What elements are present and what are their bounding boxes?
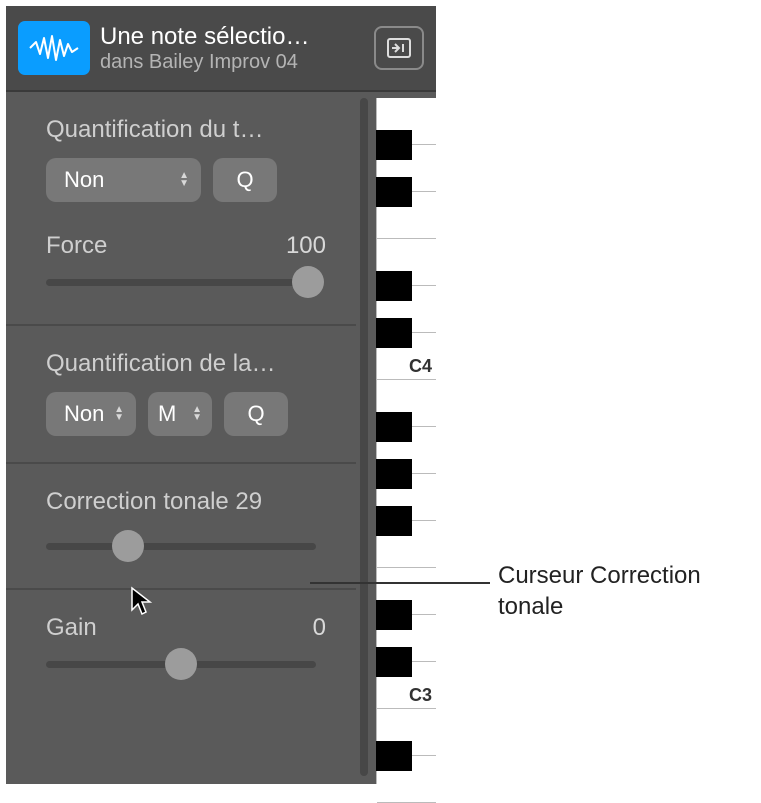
scale-type-dropdown[interactable]: M ▲▼: [148, 392, 212, 436]
slider-thumb[interactable]: [165, 648, 197, 680]
piano-black-key[interactable]: [376, 647, 412, 677]
gain-row: Gain 0: [46, 614, 326, 642]
key-label: C4: [409, 356, 432, 377]
time-quantize-dropdown[interactable]: Non ▲▼: [46, 158, 201, 202]
section-title: Quantification de la…: [46, 350, 326, 378]
piano-black-key[interactable]: [376, 459, 412, 489]
updown-caret-icon: ▲▼: [192, 406, 202, 422]
catch-playhead-button[interactable]: [374, 26, 424, 70]
slider-track: [46, 279, 316, 286]
section-title: Correction tonale 29: [46, 488, 326, 516]
key-label: C3: [409, 685, 432, 706]
piano-black-key[interactable]: [376, 741, 412, 771]
piano-black-key[interactable]: [376, 271, 412, 301]
gain-section: Gain 0: [6, 590, 356, 706]
force-slider[interactable]: [46, 266, 316, 298]
piano-black-key[interactable]: [376, 506, 412, 536]
piano-black-key[interactable]: [376, 318, 412, 348]
pitch-correction-section: Correction tonale 29: [6, 464, 356, 590]
callout-line: [310, 582, 490, 584]
page-subtitle: dans Bailey Improv 04: [100, 51, 364, 74]
time-quantize-section: Quantification du t… Non ▲▼ Q Force 100: [6, 92, 356, 326]
dropdown-value: Non: [64, 401, 104, 427]
header-text: Une note sélectio… dans Bailey Improv 04: [100, 23, 364, 74]
section-title: Quantification du t…: [46, 116, 326, 144]
dropdown-value: M: [158, 401, 176, 427]
force-row: Force 100: [46, 232, 326, 260]
dropdown-value: Non: [64, 167, 104, 193]
scale-quantize-section: Quantification de la… Non ▲▼ M ▲▼ Q: [6, 326, 356, 464]
quantize-button[interactable]: Q: [213, 158, 277, 202]
updown-caret-icon: ▲▼: [179, 172, 189, 188]
gain-label: Gain: [46, 614, 97, 642]
piano-black-key[interactable]: [376, 177, 412, 207]
gain-value[interactable]: 0: [313, 614, 326, 642]
scale-root-dropdown[interactable]: Non ▲▼: [46, 392, 136, 436]
vertical-scrollbar[interactable]: [360, 98, 368, 776]
force-value[interactable]: 100: [286, 232, 326, 260]
audio-waveform-icon[interactable]: [18, 21, 90, 75]
piano-ruler[interactable]: C4 C3: [376, 98, 436, 784]
quantize-button[interactable]: Q: [224, 392, 288, 436]
piano-black-key[interactable]: [376, 600, 412, 630]
editor-panel: Une note sélectio… dans Bailey Improv 04…: [6, 6, 436, 784]
slider-thumb[interactable]: [292, 266, 324, 298]
force-label: Force: [46, 232, 107, 260]
gain-slider[interactable]: [46, 648, 316, 680]
page-title: Une note sélectio…: [100, 23, 364, 51]
piano-black-key[interactable]: [376, 130, 412, 160]
slider-track: [46, 543, 316, 550]
piano-black-key[interactable]: [376, 412, 412, 442]
controls-sidebar: Quantification du t… Non ▲▼ Q Force 100 …: [6, 92, 356, 784]
header: Une note sélectio… dans Bailey Improv 04: [6, 6, 436, 92]
slider-thumb[interactable]: [112, 530, 144, 562]
updown-caret-icon: ▲▼: [114, 406, 124, 422]
pitch-correction-slider[interactable]: [46, 530, 316, 562]
callout-label: Curseur Correction tonale: [498, 560, 748, 622]
